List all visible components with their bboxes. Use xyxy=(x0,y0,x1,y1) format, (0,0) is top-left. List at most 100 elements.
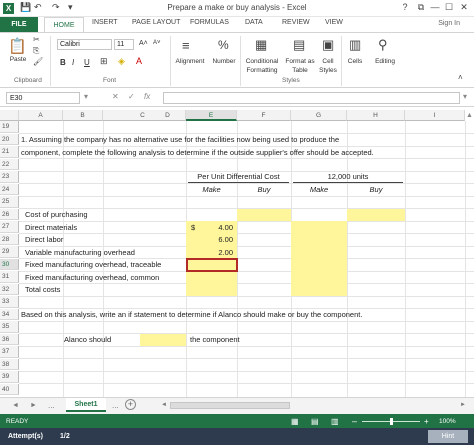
font-name-select[interactable]: Calibri xyxy=(57,39,112,50)
name-box[interactable]: E30 xyxy=(6,92,80,104)
format-painter-icon[interactable]: 🖌 xyxy=(33,57,43,66)
row-header-39[interactable]: 39 xyxy=(0,371,19,383)
input-cell-f26[interactable] xyxy=(237,209,291,221)
ribbon-display-icon[interactable]: ⧉ xyxy=(414,2,428,13)
italic-button[interactable]: I xyxy=(72,58,74,67)
sheet-tab-sheet1[interactable]: Sheet1 xyxy=(66,398,106,412)
fill-color-icon[interactable]: ◈ xyxy=(118,56,125,67)
input-cell-d36[interactable] xyxy=(140,334,186,346)
more-sheets-left[interactable]: ... xyxy=(48,400,55,411)
bold-button[interactable]: B xyxy=(60,58,66,67)
sign-in-link[interactable]: Sign In xyxy=(438,20,460,27)
cut-icon[interactable]: ✂ xyxy=(33,35,40,44)
cell-styles-button[interactable]: Cell xyxy=(316,58,340,65)
page-layout-view-icon[interactable]: ▤ xyxy=(311,416,319,427)
editing-icon[interactable]: ⚲ xyxy=(378,37,388,53)
zoom-level[interactable]: 100% xyxy=(439,416,456,427)
tab-page-layout[interactable]: PAGE LAYOUT xyxy=(132,19,180,26)
alignment-icon[interactable]: ≡ xyxy=(182,38,190,53)
help-icon[interactable]: ? xyxy=(398,2,412,12)
tab-file[interactable]: FILE xyxy=(0,17,38,32)
tab-review[interactable]: REVIEW xyxy=(282,19,310,26)
row-header-38[interactable]: 38 xyxy=(0,358,19,370)
page-break-view-icon[interactable]: ▥ xyxy=(331,416,339,427)
tab-home[interactable]: HOME xyxy=(44,17,84,33)
row-header-27[interactable]: 27 xyxy=(0,221,19,233)
column-header-d[interactable]: D xyxy=(150,110,186,121)
row-header-35[interactable]: 35 xyxy=(0,321,19,333)
name-box-dropdown-icon[interactable]: ▾ xyxy=(84,92,88,101)
cell-styles-icon[interactable]: ▣ xyxy=(322,37,334,53)
column-header-a[interactable]: A xyxy=(19,110,63,121)
add-sheet-icon[interactable]: + xyxy=(125,399,136,410)
number-format-icon[interactable]: % xyxy=(218,38,229,52)
row-header-40[interactable]: 40 xyxy=(0,383,19,395)
enter-icon[interactable]: ✓ xyxy=(128,92,135,101)
underline-button[interactable]: U xyxy=(84,58,90,67)
select-all-corner[interactable] xyxy=(0,110,19,121)
conditional-formatting-button[interactable]: Conditional xyxy=(241,58,283,65)
more-sheets-right[interactable]: ... xyxy=(112,400,119,411)
borders-icon[interactable]: ⊞ xyxy=(100,56,108,67)
paste-button[interactable]: Paste xyxy=(6,56,30,63)
row-header-28[interactable]: 28 xyxy=(0,233,19,245)
input-range-g27-g32[interactable] xyxy=(291,221,347,296)
expand-formula-bar-icon[interactable]: ▾ xyxy=(463,92,467,101)
row-header-20[interactable]: 20 xyxy=(0,133,19,145)
cells-icon[interactable]: ▥ xyxy=(349,37,361,53)
row-header-33[interactable]: 33 xyxy=(0,296,19,308)
format-as-table-button[interactable]: Format as xyxy=(283,58,317,65)
hint-button[interactable]: Hint xyxy=(428,430,468,443)
row-header-30[interactable]: 30 xyxy=(0,258,19,270)
formula-input[interactable] xyxy=(163,92,460,104)
zoom-slider-thumb[interactable] xyxy=(389,418,393,425)
cells-button[interactable]: Cells xyxy=(343,58,367,65)
font-size-select[interactable]: 11 xyxy=(114,39,134,50)
zoom-out-button[interactable]: – xyxy=(352,416,357,427)
shrink-font-icon[interactable]: A˅ xyxy=(153,40,161,46)
number-button[interactable]: Number xyxy=(209,58,239,65)
minimize-icon[interactable]: — xyxy=(428,2,442,12)
row-header-25[interactable]: 25 xyxy=(0,196,19,208)
row-header-36[interactable]: 36 xyxy=(0,333,19,345)
row-header-23[interactable]: 23 xyxy=(0,171,19,183)
column-header-b[interactable]: B xyxy=(63,110,103,121)
hscroll-right-icon[interactable]: ► xyxy=(460,400,466,411)
editing-button[interactable]: Editing xyxy=(369,58,401,65)
tab-formulas[interactable]: FORMULAS xyxy=(190,19,229,26)
grow-font-icon[interactable]: A˄ xyxy=(139,40,148,47)
tab-view[interactable]: VIEW xyxy=(325,19,343,26)
row-header-34[interactable]: 34 xyxy=(0,308,19,320)
column-header-f[interactable]: F xyxy=(237,110,291,121)
row-header-19[interactable]: 19 xyxy=(0,121,19,133)
conditional-formatting-icon[interactable]: ▦ xyxy=(255,37,267,53)
close-icon[interactable]: ✕ xyxy=(457,2,471,13)
active-cell-e30[interactable] xyxy=(186,258,238,272)
tab-data[interactable]: DATA xyxy=(245,19,263,26)
prev-sheet-icon[interactable]: ◄ xyxy=(12,400,19,411)
alignment-button[interactable]: Alignment xyxy=(172,58,208,65)
tab-insert[interactable]: INSERT xyxy=(92,19,118,26)
row-header-21[interactable]: 21 xyxy=(0,146,19,158)
row-header-32[interactable]: 32 xyxy=(0,283,19,295)
row-header-31[interactable]: 31 xyxy=(0,271,19,283)
collapse-ribbon-icon[interactable]: ˄ xyxy=(458,73,463,82)
row-header-26[interactable]: 26 xyxy=(0,208,19,220)
font-color-icon[interactable]: A xyxy=(136,56,142,66)
column-header-h[interactable]: H xyxy=(347,110,405,121)
row-header-29[interactable]: 29 xyxy=(0,246,19,258)
next-sheet-icon[interactable]: ► xyxy=(30,400,37,411)
cancel-icon[interactable]: ✕ xyxy=(112,92,119,101)
column-header-i[interactable]: I xyxy=(405,110,465,121)
row-header-24[interactable]: 24 xyxy=(0,183,19,195)
column-header-e[interactable]: E xyxy=(186,110,237,121)
row-header-37[interactable]: 37 xyxy=(0,346,19,358)
row-header-22[interactable]: 22 xyxy=(0,158,19,170)
normal-view-icon[interactable]: ▦ xyxy=(291,416,299,427)
hscroll-left-icon[interactable]: ◄ xyxy=(161,400,167,411)
input-cell-h26[interactable] xyxy=(347,209,405,221)
insert-function-icon[interactable]: fx xyxy=(144,92,150,101)
copy-icon[interactable]: ⎘ xyxy=(33,46,39,56)
worksheet-grid[interactable]: A B C D E F G H I 19 20 21 22 23 24 25 2… xyxy=(0,110,474,397)
column-header-g[interactable]: G xyxy=(291,110,347,121)
